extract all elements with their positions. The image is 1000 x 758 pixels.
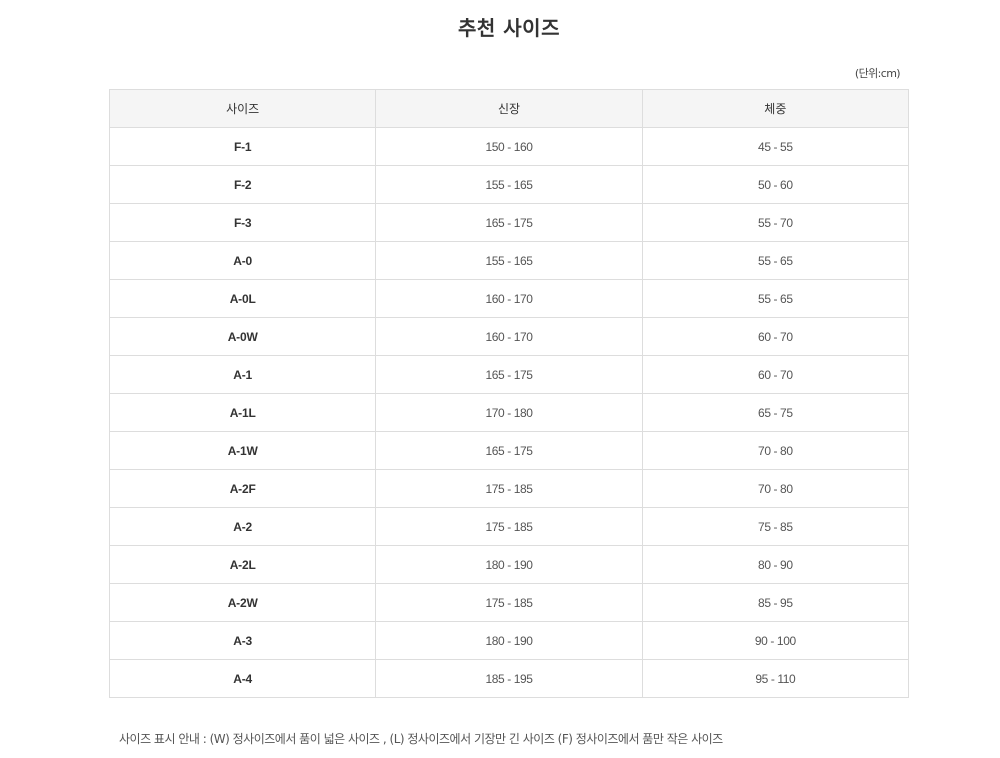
table-row: A-2W 175 - 185 85 - 95 — [108, 583, 910, 622]
height-cell: 175 - 185 — [375, 469, 643, 508]
height-cell: 165 - 175 — [375, 431, 643, 470]
size-cell: A-1 — [108, 355, 377, 394]
table-row: A-4 185 - 195 95 - 110 — [108, 659, 910, 698]
size-cell: A-1W — [108, 431, 377, 470]
size-cell: F-3 — [108, 203, 377, 242]
size-cell: A-0W — [108, 317, 377, 356]
table-header-row: 사이즈 신장 체중 — [108, 89, 910, 128]
table-row: A-2 175 - 185 75 - 85 — [108, 507, 910, 546]
size-legend-note: 사이즈 표시 안내 : (W) 정사이즈에서 품이 넓은 사이즈 , (L) 정… — [119, 732, 723, 746]
size-table: 사이즈 신장 체중 F-1 150 - 160 45 - 55 F-2 155 … — [108, 89, 910, 698]
height-cell: 170 - 180 — [375, 393, 643, 432]
size-cell: A-2 — [108, 507, 377, 546]
height-cell: 175 - 185 — [375, 507, 643, 546]
table-row: A-1W 165 - 175 70 - 80 — [108, 431, 910, 470]
weight-cell: 60 - 70 — [641, 317, 910, 356]
table-row: A-3 180 - 190 90 - 100 — [108, 621, 910, 660]
size-cell: A-2W — [108, 583, 377, 622]
weight-cell: 55 - 70 — [641, 203, 910, 242]
table-row: A-0L 160 - 170 55 - 65 — [108, 279, 910, 318]
height-cell: 180 - 190 — [375, 621, 643, 660]
height-cell: 185 - 195 — [375, 659, 643, 698]
weight-cell: 90 - 100 — [641, 621, 910, 660]
height-cell: 165 - 175 — [375, 203, 643, 242]
page-title: 추천 사이즈 — [458, 16, 560, 40]
height-cell: 160 - 170 — [375, 317, 643, 356]
column-header-height: 신장 — [375, 89, 643, 128]
height-cell: 175 - 185 — [375, 583, 643, 622]
column-header-weight: 체중 — [641, 89, 910, 128]
weight-cell: 80 - 90 — [641, 545, 910, 584]
weight-cell: 70 - 80 — [641, 469, 910, 508]
size-cell: A-2L — [108, 545, 377, 584]
height-cell: 165 - 175 — [375, 355, 643, 394]
weight-cell: 45 - 55 — [641, 127, 910, 166]
table-row: A-2L 180 - 190 80 - 90 — [108, 545, 910, 584]
unit-note: (단위:cm) — [854, 67, 901, 80]
height-cell: 155 - 165 — [375, 165, 643, 204]
column-header-size: 사이즈 — [108, 89, 377, 128]
table-row: F-3 165 - 175 55 - 70 — [108, 203, 910, 242]
weight-cell: 50 - 60 — [641, 165, 910, 204]
weight-cell: 95 - 110 — [641, 659, 910, 698]
size-cell: F-2 — [108, 165, 377, 204]
table-row: A-0 155 - 165 55 - 65 — [108, 241, 910, 280]
size-cell: A-3 — [108, 621, 377, 660]
size-cell: A-0 — [108, 241, 377, 280]
table-row: A-2F 175 - 185 70 - 80 — [108, 469, 910, 508]
size-cell: A-4 — [108, 659, 377, 698]
table-row: F-2 155 - 165 50 - 60 — [108, 165, 910, 204]
weight-cell: 55 - 65 — [641, 279, 910, 318]
height-cell: 150 - 160 — [375, 127, 643, 166]
weight-cell: 75 - 85 — [641, 507, 910, 546]
size-cell: A-1L — [108, 393, 377, 432]
height-cell: 180 - 190 — [375, 545, 643, 584]
size-cell: F-1 — [108, 127, 377, 166]
height-cell: 155 - 165 — [375, 241, 643, 280]
table-row: A-1 165 - 175 60 - 70 — [108, 355, 910, 394]
size-cell: A-2F — [108, 469, 377, 508]
weight-cell: 70 - 80 — [641, 431, 910, 470]
weight-cell: 85 - 95 — [641, 583, 910, 622]
weight-cell: 65 - 75 — [641, 393, 910, 432]
size-cell: A-0L — [108, 279, 377, 318]
table-row: A-0W 160 - 170 60 - 70 — [108, 317, 910, 356]
weight-cell: 60 - 70 — [641, 355, 910, 394]
table-row: F-1 150 - 160 45 - 55 — [108, 127, 910, 166]
weight-cell: 55 - 65 — [641, 241, 910, 280]
height-cell: 160 - 170 — [375, 279, 643, 318]
table-row: A-1L 170 - 180 65 - 75 — [108, 393, 910, 432]
